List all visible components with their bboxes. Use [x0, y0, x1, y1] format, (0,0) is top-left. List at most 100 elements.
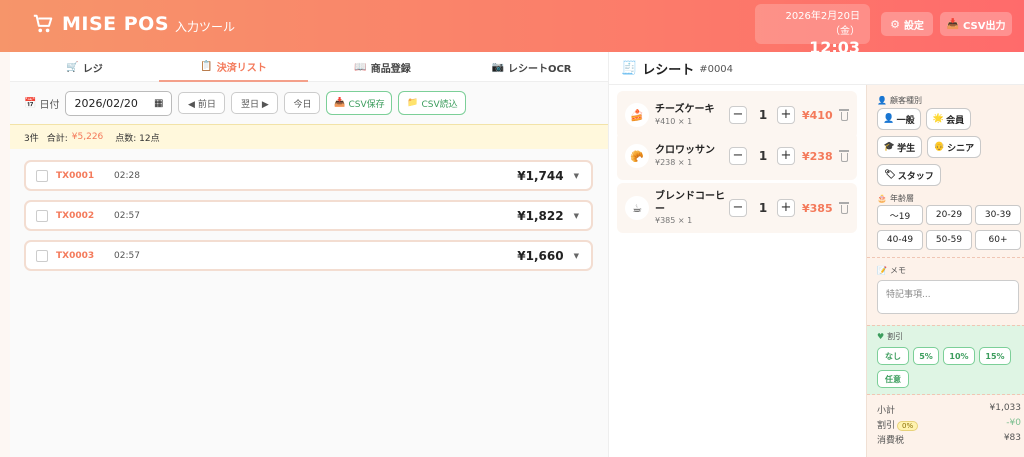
subtotal-value: ¥1,033	[989, 403, 1022, 413]
tab-label: 決済リスト	[216, 62, 267, 74]
clock-date: 2026年2月20日（金）	[785, 11, 860, 37]
item-qty: 1	[758, 149, 768, 163]
tab-label: 商品登録	[370, 63, 411, 75]
chip-label: シニア	[947, 143, 975, 154]
summary-total-label: 合計:	[46, 133, 68, 144]
trash-icon[interactable]	[839, 150, 849, 162]
tab-receipt-ocr[interactable]: 📷 レシートOCR	[457, 52, 606, 82]
row-checkbox[interactable]	[36, 209, 48, 222]
tx-time: 02:57	[114, 250, 140, 261]
tx-time: 02:57	[114, 210, 140, 221]
tray-icon: 📥	[334, 98, 346, 108]
increase-qty-button[interactable]: +	[777, 106, 795, 124]
chevron-down-icon[interactable]: ▼	[574, 252, 579, 260]
book-icon: 📖	[354, 61, 367, 73]
chevron-down-icon[interactable]: ▼	[574, 172, 579, 180]
customer-type-student[interactable]: 🎓 学生	[877, 136, 922, 158]
discount-custom-button[interactable]: 任意	[877, 370, 909, 388]
settings-button[interactable]: ⚙ 設定	[881, 12, 933, 36]
item-name: チーズケーキ	[655, 104, 715, 115]
decrease-qty-button[interactable]: −	[729, 199, 747, 217]
tab-label: レジ	[82, 63, 103, 75]
clipboard-icon: 📋	[200, 60, 213, 72]
prev-day-button[interactable]: ◀ 前日	[178, 92, 226, 114]
subtotal-label: 小計	[877, 406, 896, 416]
table-row[interactable]: TX0001 02:28 ¥1,744 ▼	[24, 160, 593, 191]
trash-icon[interactable]	[839, 202, 849, 214]
tx-id: TX0001	[56, 170, 95, 181]
increase-qty-button[interactable]: +	[777, 147, 795, 165]
item-unit: ¥410 × 1	[655, 117, 693, 126]
date-label: 📅 日付	[24, 96, 59, 111]
receipt-title: レシート	[642, 62, 695, 78]
increase-qty-button[interactable]: +	[777, 199, 795, 217]
discount-value: -¥0	[1006, 418, 1021, 428]
chip-label: 会員	[946, 115, 965, 126]
item-price: ¥410	[802, 109, 833, 122]
age-button[interactable]: 30-39	[975, 205, 1021, 225]
customer-type-label: 顧客種別	[889, 96, 922, 105]
tray-icon: 📥	[946, 18, 959, 30]
calendar-icon: 📅	[24, 97, 37, 109]
item-unit: ¥385 × 1	[655, 216, 693, 225]
memo-field[interactable]: 特記事項...	[877, 280, 1019, 314]
next-day-button[interactable]: 翌日 ▶	[231, 92, 279, 114]
tab-payment-list[interactable]: 📋 決済リスト	[159, 52, 308, 82]
trash-icon[interactable]	[839, 109, 849, 121]
discount-15-button[interactable]: 15%	[979, 347, 1011, 365]
date-label-text: 日付	[39, 99, 60, 111]
decrease-qty-button[interactable]: −	[729, 147, 747, 165]
age-button[interactable]: 40-49	[877, 230, 923, 250]
app-header: MISE POS 入力ツール 2026年2月20日（金） 12:03 ⚙ 設定 …	[0, 0, 1024, 57]
receipt-header: 🧾 レシート #0004	[608, 52, 1024, 85]
list-item: 🥐 クロワッサン ¥238 × 1 − 1 + ¥238	[617, 132, 857, 180]
today-button[interactable]: 今日	[284, 92, 321, 114]
item-unit: ¥238 × 1	[655, 158, 693, 167]
csv-save-label: CSV保存	[348, 99, 385, 110]
chip-label: スタッフ	[897, 171, 934, 182]
discount-5-button[interactable]: 5%	[913, 347, 939, 365]
decrease-qty-button[interactable]: −	[729, 106, 747, 124]
discount-none-button[interactable]: なし	[877, 347, 909, 365]
tx-time: 02:28	[114, 170, 140, 181]
customer-type-member[interactable]: 🌟 会員	[926, 108, 971, 130]
age-button[interactable]: 〜19	[877, 205, 923, 225]
age-button[interactable]: 60+	[975, 230, 1021, 250]
discount-10-button[interactable]: 10%	[943, 347, 975, 365]
table-row[interactable]: TX0002 02:57 ¥1,822 ▼	[24, 200, 593, 231]
csv-save-button[interactable]: 📥 CSV保存	[326, 91, 393, 115]
date-input[interactable]: 2026/02/20 ▦	[65, 90, 173, 116]
csv-export-button[interactable]: 📥 CSV出力	[940, 12, 1012, 36]
memo-title: 📝 メモ	[877, 265, 906, 276]
age-button[interactable]: 20-29	[926, 205, 972, 225]
customer-type-staff[interactable]: 🏷 スタッフ	[877, 164, 941, 186]
item-qty: 1	[758, 201, 768, 215]
app-subtitle: 入力ツール	[175, 19, 236, 34]
tx-amount: ¥1,744	[517, 168, 564, 183]
cake-icon: 🎂	[877, 194, 887, 203]
table-row[interactable]: TX0003 02:57 ¥1,660 ▼	[24, 240, 593, 271]
csv-load-button[interactable]: 📁 CSV読込	[398, 91, 467, 115]
tax-label: 消費税	[877, 436, 905, 446]
tab-product-register[interactable]: 📖 商品登録	[308, 52, 457, 82]
row-checkbox[interactable]	[36, 169, 48, 182]
row-checkbox[interactable]	[36, 249, 48, 262]
tx-id: TX0003	[56, 250, 95, 261]
coffee-icon: ☕	[625, 196, 649, 220]
summary-bar: 3件 合計: ¥5,226 点数: 12点	[10, 124, 608, 149]
list-item: ☕ ブレンドコーヒー ¥385 × 1 − 1 + ¥385	[617, 183, 857, 233]
divider	[867, 257, 1024, 258]
tab-register[interactable]: 🛒 レジ	[10, 52, 159, 82]
customer-type-general[interactable]: 👤 一般	[877, 108, 921, 130]
discount-title: ♥ 割引	[877, 331, 903, 342]
heart-icon: ♥	[877, 332, 885, 341]
clock: 2026年2月20日（金） 12:03	[755, 4, 870, 57]
calendar-picker-icon[interactable]: ▦	[154, 98, 163, 109]
chevron-down-icon[interactable]: ▼	[574, 212, 579, 220]
receipt-icon: 🧾	[621, 60, 638, 76]
age-button[interactable]: 50-59	[926, 230, 972, 250]
croissant-icon: 🥐	[625, 144, 649, 168]
logo: MISE POS 入力ツール	[32, 13, 235, 35]
customer-type-senior[interactable]: 👴 シニア	[927, 136, 981, 158]
person-icon: 👤	[877, 96, 887, 105]
